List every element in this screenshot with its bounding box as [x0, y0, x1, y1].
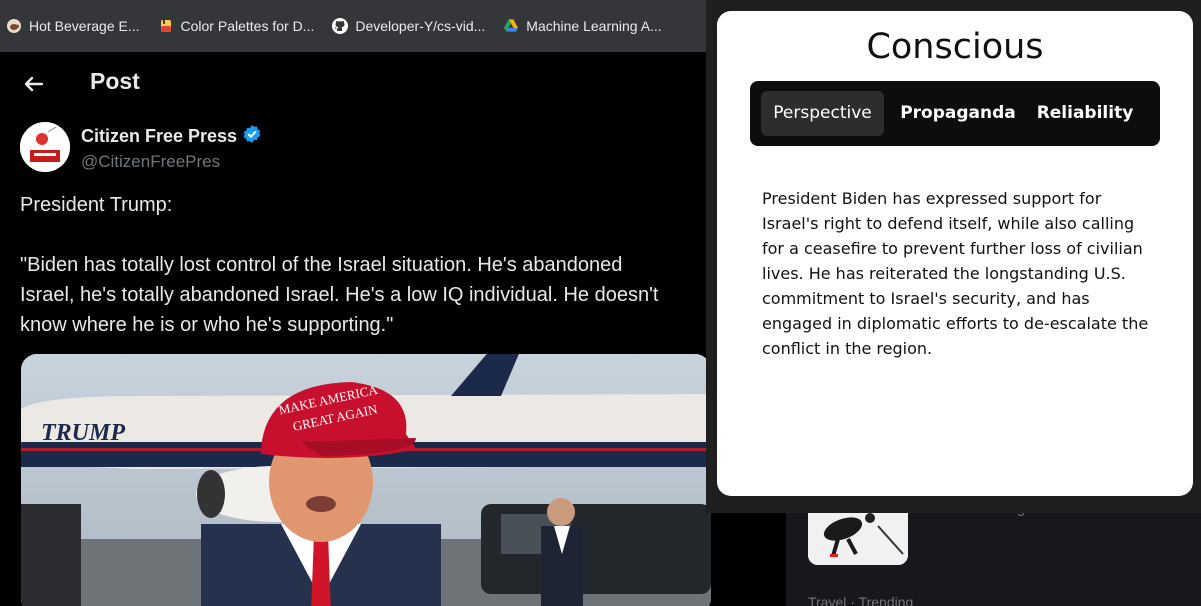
bookmark-label: Color Palettes for D... — [180, 18, 315, 34]
bookmark-label: Machine Learning A... — [526, 18, 662, 34]
tab-reliability[interactable]: Reliability — [1032, 91, 1138, 136]
post-view: Post Citizen Free Press @CitizenFreePres… — [0, 52, 730, 606]
bookmark-hot-beverage[interactable]: Hot Beverage E... — [6, 18, 140, 34]
tweet-line: President Trump: — [20, 194, 173, 216]
tab-perspective[interactable]: Perspective — [761, 91, 884, 136]
tweet-line: know where he is or who he's supporting.… — [20, 314, 394, 336]
popup-title: Conscious — [866, 27, 1044, 67]
author-handle[interactable]: @CitizenFreePres — [81, 152, 381, 172]
plane-text: TRUMP — [41, 420, 125, 446]
media-image: TRUMP MAKE AMERICA GREAT AGAIN — [21, 354, 711, 606]
trend-meta: Travel · Trending — [808, 594, 914, 606]
author-block: Citizen Free Press @CitizenFreePres — [20, 122, 261, 172]
back-arrow-icon[interactable] — [20, 70, 48, 98]
tweet-media[interactable]: TRUMP MAKE AMERICA GREAT AGAIN — [21, 354, 711, 606]
github-icon — [332, 18, 349, 34]
tweet-text: President Trump: "Biden has totally lost… — [20, 190, 720, 340]
verified-badge-icon — [242, 124, 262, 149]
tweet-line: "Biden has totally lost control of the I… — [20, 254, 623, 276]
conscious-popup: Conscious Perspective Propaganda Reliabi… — [717, 11, 1193, 496]
tab-bar: Perspective Propaganda Reliability — [750, 81, 1160, 146]
bookmark-machine-learning[interactable]: Machine Learning A... — [503, 18, 662, 34]
bookmark-color-palettes[interactable]: Color Palettes for D... — [158, 18, 315, 34]
coffee-cup-icon — [6, 18, 22, 34]
author-name[interactable]: Citizen Free Press — [81, 124, 262, 149]
avatar[interactable] — [20, 122, 70, 172]
page-title: Post — [90, 68, 140, 94]
post-header: Post — [0, 52, 730, 114]
perspective-text: President Biden has expressed support fo… — [762, 189, 1149, 358]
bookmark-developer-y[interactable]: Developer-Y/cs-vid... — [332, 18, 485, 34]
palette-icon — [158, 18, 174, 34]
trend-thumbnail[interactable] — [808, 504, 908, 565]
tweet-line: Israel, he's totally abandoned Israel. H… — [20, 284, 659, 306]
bookmark-label: Developer-Y/cs-vid... — [355, 18, 486, 34]
author-name-label: Citizen Free Press — [81, 126, 238, 146]
bookmark-label: Hot Beverage E... — [29, 18, 140, 34]
author-text: Citizen Free Press @CitizenFreePres — [81, 124, 381, 172]
google-drive-icon — [503, 18, 519, 34]
tab-propaganda[interactable]: Propaganda — [893, 91, 1023, 136]
